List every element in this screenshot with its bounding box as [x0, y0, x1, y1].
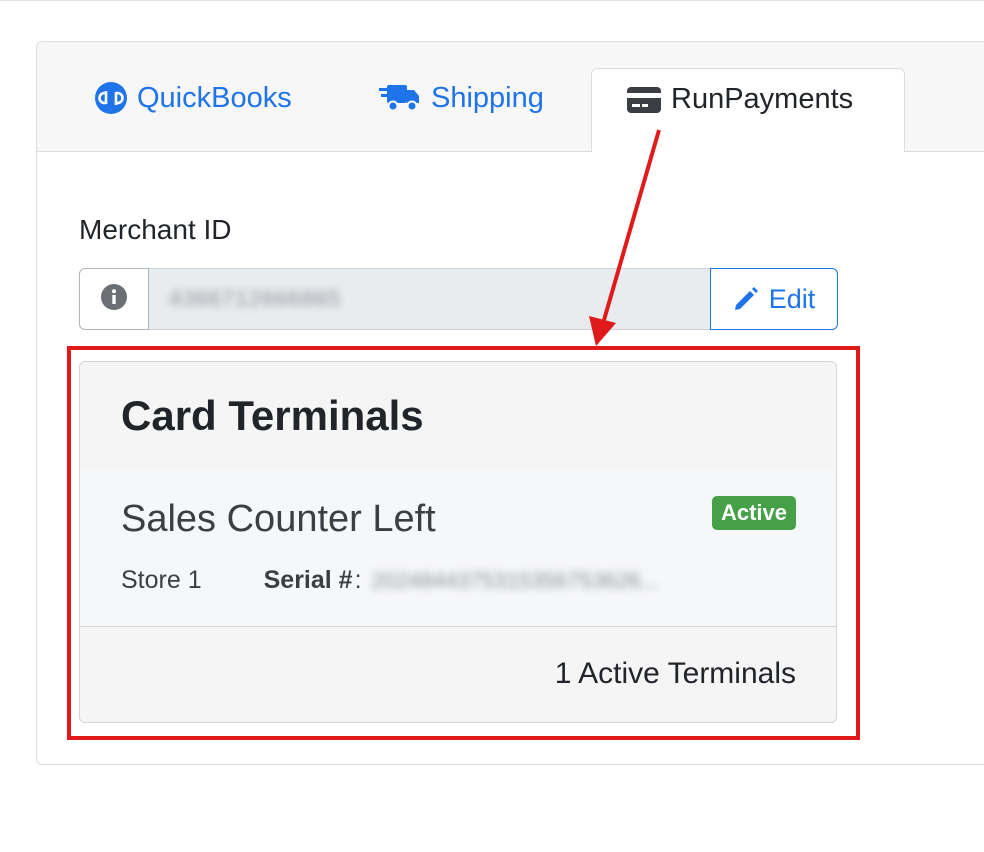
annotation-arrow — [589, 129, 661, 346]
